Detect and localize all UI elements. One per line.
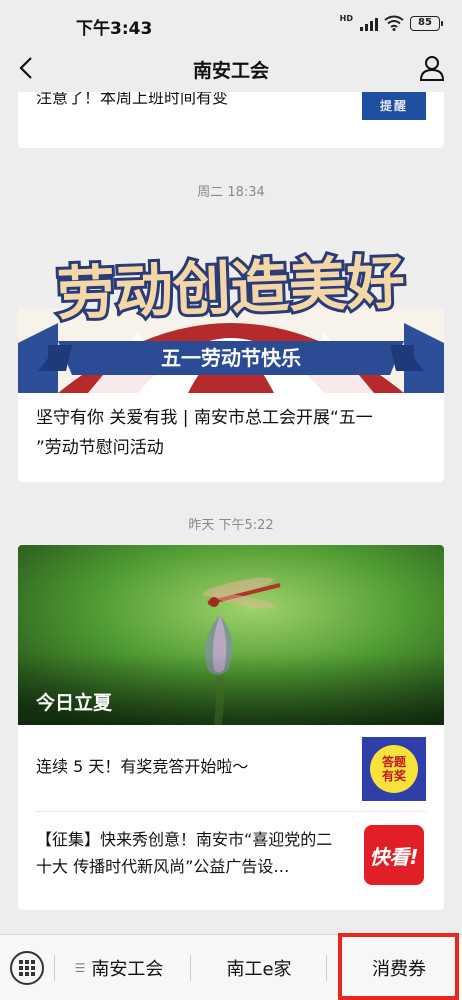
quiz-badge: 答题 有奖 xyxy=(370,745,418,793)
kuaikan-logo: 快看! xyxy=(364,825,424,885)
highlight-box xyxy=(338,933,459,1000)
sub-article-quiz[interactable]: 连续 5 天！有奖竞答开始啦～ 答题 有奖 xyxy=(18,725,444,809)
status-icons: HD 85 xyxy=(339,14,443,31)
sub-article-title-line2: 十大 传播时代新风尚”公益广告设… xyxy=(36,857,290,876)
submenu-icon: ☰ xyxy=(74,961,86,975)
article-caption: 今日立夏 xyxy=(36,692,113,714)
menu-item-nanan-union[interactable]: ☰ 南安工会 xyxy=(54,935,184,1000)
profile-button[interactable] xyxy=(416,52,448,84)
article-thumbnail: 提醒 xyxy=(362,92,426,120)
menu-separator xyxy=(190,955,191,981)
page-title: 南安工会 xyxy=(192,60,269,82)
status-time: 下午3:43 xyxy=(76,19,153,39)
message-timestamp: 周二 18:34 xyxy=(197,185,265,200)
banner-title: 劳动创造美好 xyxy=(56,248,406,328)
banner-subtitle: 五一劳动节快乐 xyxy=(161,346,301,370)
battery-icon: 85 xyxy=(410,15,443,31)
user-icon xyxy=(419,56,445,81)
article-title-line1: 坚守有你 关爱有我 | 南安市总工会开展“五一 xyxy=(36,408,373,428)
article-title-line2: ”劳动节慰问活动 xyxy=(36,438,164,458)
nav-bar: 南安工会 xyxy=(0,44,462,92)
article-card-summer[interactable]: 今日立夏 连续 5 天！有奖竞答开始啦～ 答题 有奖 【征集】快来秀创意！南安市… xyxy=(18,545,444,910)
quiz-thumbnail: 答题 有奖 xyxy=(362,737,426,801)
wifi-icon xyxy=(384,15,404,31)
thumbnail-text: 提醒 xyxy=(379,99,408,113)
sub-article-title: 连续 5 天！有奖竞答开始啦～ xyxy=(36,757,249,776)
divider xyxy=(36,811,426,812)
article-title: 注意了！本周上班时间有变 xyxy=(36,92,229,107)
signal-icon xyxy=(360,15,378,31)
menu-label: 南工e家 xyxy=(226,959,292,980)
menu-label: 南安工会 xyxy=(91,959,164,980)
kuaikan-thumbnail: 快看! xyxy=(362,823,426,887)
message-timestamp: 昨天 下午5:22 xyxy=(188,518,274,533)
menu-item-nangong-ejia[interactable]: 南工e家 xyxy=(194,935,324,1000)
quiz-badge-line2: 有奖 xyxy=(381,769,406,783)
status-bar: 下午3:43 HD 85 xyxy=(0,0,462,44)
quiz-badge-line1: 答题 xyxy=(381,755,406,769)
sub-article-poster-call[interactable]: 【征集】快来秀创意！南安市“喜迎党的二 十大 传播时代新风尚”公益广告设… 快看… xyxy=(18,813,444,897)
keyboard-toggle-button[interactable] xyxy=(10,951,44,985)
labor-day-banner-image: 劳动创造美好 五一劳动节快乐 xyxy=(18,213,444,393)
keyboard-icon xyxy=(19,960,35,976)
sub-article-title-line1: 【征集】快来秀创意！南安市“喜迎党的二 xyxy=(36,830,333,849)
menu-separator xyxy=(326,955,327,981)
network-type: HD xyxy=(339,14,353,23)
message-list: 注意了！本周上班时间有变 提醒 周二 18:34 劳动创造美好 五一劳动节快乐 xyxy=(0,92,462,934)
article-card-labor-day[interactable]: 劳动创造美好 五一劳动节快乐 坚守有你 关爱有我 | 南安市总工会开展“五一 ”… xyxy=(18,213,444,482)
article-card-notice[interactable]: 注意了！本周上班时间有变 提醒 xyxy=(18,92,444,148)
